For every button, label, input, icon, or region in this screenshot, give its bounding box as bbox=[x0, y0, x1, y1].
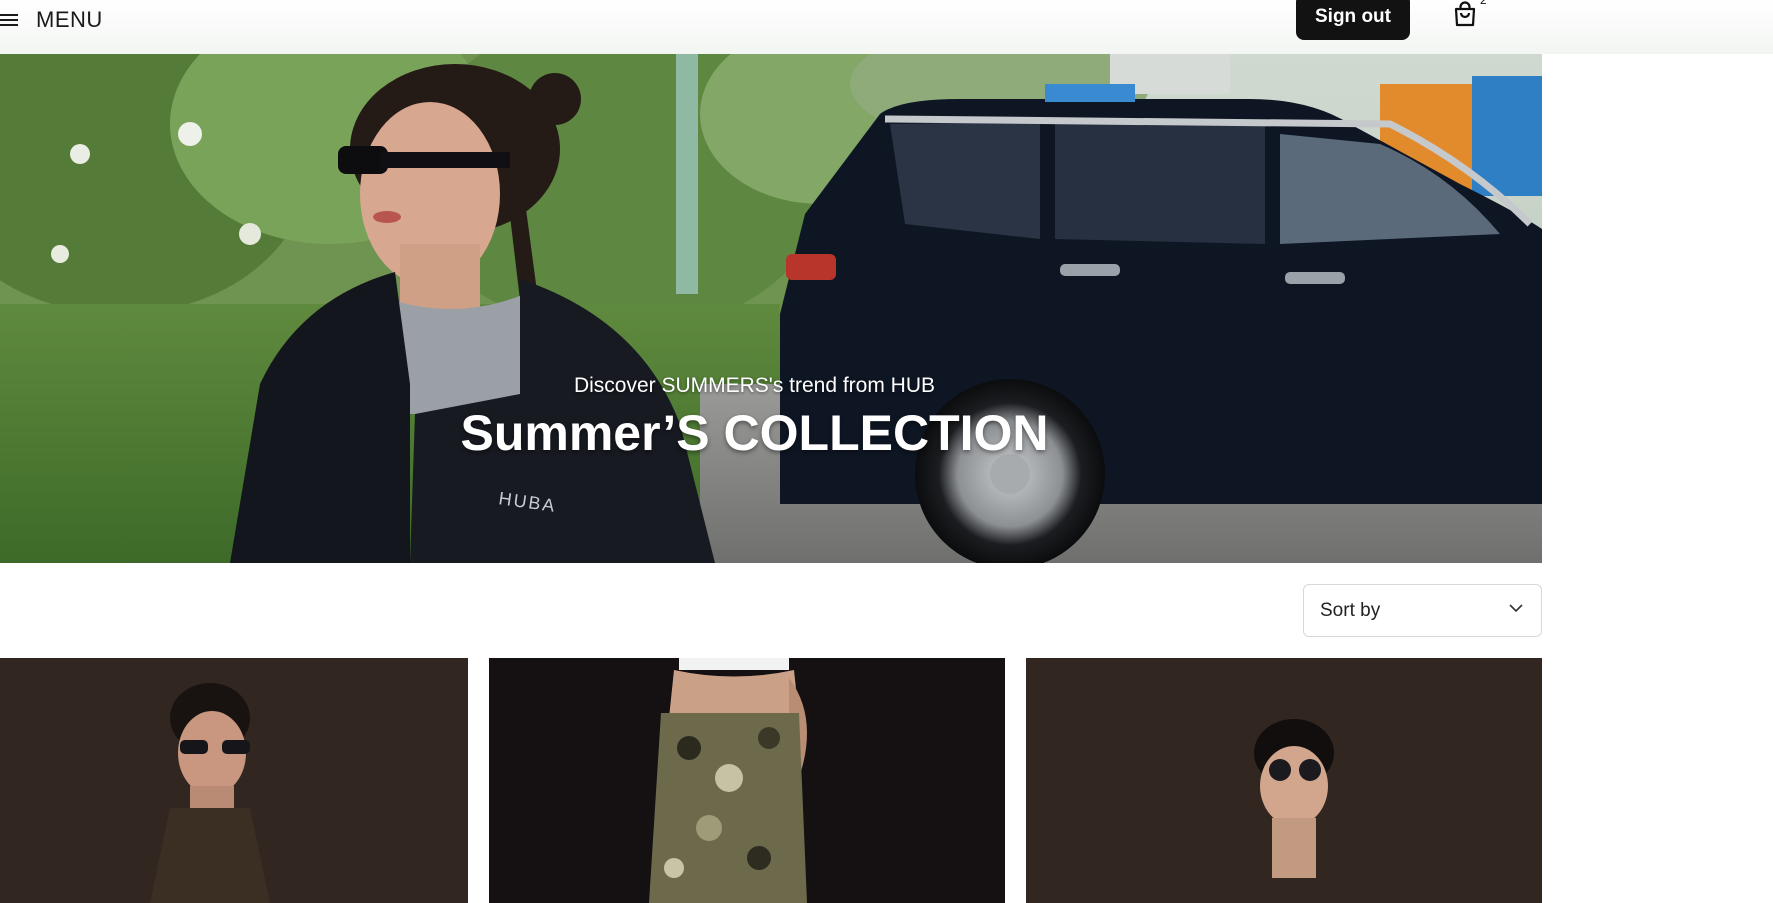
hero-subtitle: Discover SUMMERS's trend from HUB bbox=[573, 374, 936, 397]
product-card[interactable] bbox=[0, 658, 468, 903]
sort-select[interactable]: Sort by bbox=[1303, 584, 1542, 637]
hero-title: Summer’S COLLECTION bbox=[460, 405, 1049, 461]
cart-button[interactable] bbox=[1451, 0, 1481, 30]
hero-banner[interactable]: HUBA Discover SUMMERS's trend from HUB S… bbox=[0, 54, 1542, 563]
shopping-bag-icon bbox=[1454, 1, 1476, 27]
sort-label: Sort by bbox=[1320, 599, 1381, 621]
hamburger-icon bbox=[0, 14, 18, 26]
menu-button[interactable]: MENU bbox=[0, 4, 103, 36]
product-card[interactable] bbox=[1026, 658, 1542, 903]
product-image bbox=[1026, 658, 1542, 903]
product-card[interactable] bbox=[489, 658, 1005, 903]
chevron-down-icon bbox=[1509, 604, 1523, 613]
menu-label: MENU bbox=[36, 7, 103, 32]
top-nav: MENU Sign out 2 bbox=[0, 0, 1773, 54]
product-image bbox=[0, 658, 468, 903]
hero-image: HUBA bbox=[0, 54, 1542, 563]
cart-count-badge: 2 bbox=[1480, 0, 1487, 7]
product-image bbox=[489, 658, 1005, 903]
sign-out-button[interactable]: Sign out bbox=[1296, 0, 1410, 40]
